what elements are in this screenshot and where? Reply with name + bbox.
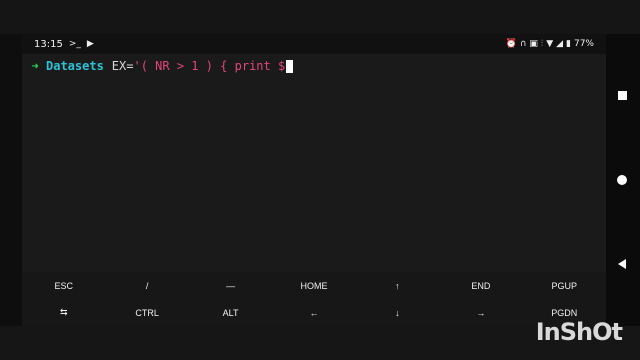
current-directory: Datasets xyxy=(46,59,104,73)
status-bar: 13:15 >_ ▶ ⏰ ∩ ▣ ⫶ ▼ ◢ ▮ 77% xyxy=(22,34,606,54)
alarm-icon: ⏰ xyxy=(505,39,517,49)
command-text: EX= xyxy=(111,59,134,73)
home-button[interactable] xyxy=(617,175,627,185)
key-pgup[interactable]: PGUP xyxy=(523,272,606,299)
top-frame xyxy=(0,0,640,34)
recents-button[interactable] xyxy=(618,91,627,100)
back-button[interactable] xyxy=(618,259,626,269)
prompt-arrow-icon: ➜ xyxy=(31,59,39,73)
vibrate-icon: ⫶ xyxy=(540,39,544,49)
terminal-icon: >_ xyxy=(68,39,81,49)
key-slash[interactable]: / xyxy=(105,272,188,299)
key-tab[interactable]: ⇆ xyxy=(22,299,105,326)
key-down-arrow[interactable]: ↓ xyxy=(356,299,439,326)
key-right-arrow[interactable]: → xyxy=(439,299,522,326)
extra-keys-bar: ESC / — HOME ↑ END PGUP ⇆ CTRL ALT ← ↓ →… xyxy=(22,272,606,326)
key-dash[interactable]: — xyxy=(189,272,272,299)
clock: 13:15 xyxy=(34,38,63,50)
battery-level: 77% xyxy=(573,39,594,49)
text-cursor xyxy=(286,59,294,73)
video-camera-icon: ▶ xyxy=(86,39,94,49)
command-string: '( NR > 1 ) { print $ xyxy=(133,59,286,73)
key-ctrl[interactable]: CTRL xyxy=(105,299,188,326)
key-home[interactable]: HOME xyxy=(272,272,355,299)
command-line: ➜ Datasets EX= '( NR > 1 ) { print $ xyxy=(22,58,294,74)
wifi-icon: ▼ xyxy=(546,39,554,49)
key-alt[interactable]: ALT xyxy=(189,299,272,326)
terminal-output[interactable]: ➜ Datasets EX= '( NR > 1 ) { print $ xyxy=(22,54,606,272)
signal-icon: ◢ xyxy=(556,39,564,49)
headphones-icon: ∩ xyxy=(519,39,527,49)
android-nav-bar xyxy=(606,34,640,326)
key-esc[interactable]: ESC xyxy=(22,272,105,299)
cast-icon: ▣ xyxy=(529,39,538,49)
key-up-arrow[interactable]: ↑ xyxy=(356,272,439,299)
watermark-logo: InShOt xyxy=(535,318,623,346)
key-end[interactable]: END xyxy=(439,272,522,299)
battery-icon: ▮ xyxy=(566,39,571,49)
phone-screen: 13:15 >_ ▶ ⏰ ∩ ▣ ⫶ ▼ ◢ ▮ 77% ➜ Datasets … xyxy=(22,34,606,326)
key-left-arrow[interactable]: ← xyxy=(272,299,355,326)
